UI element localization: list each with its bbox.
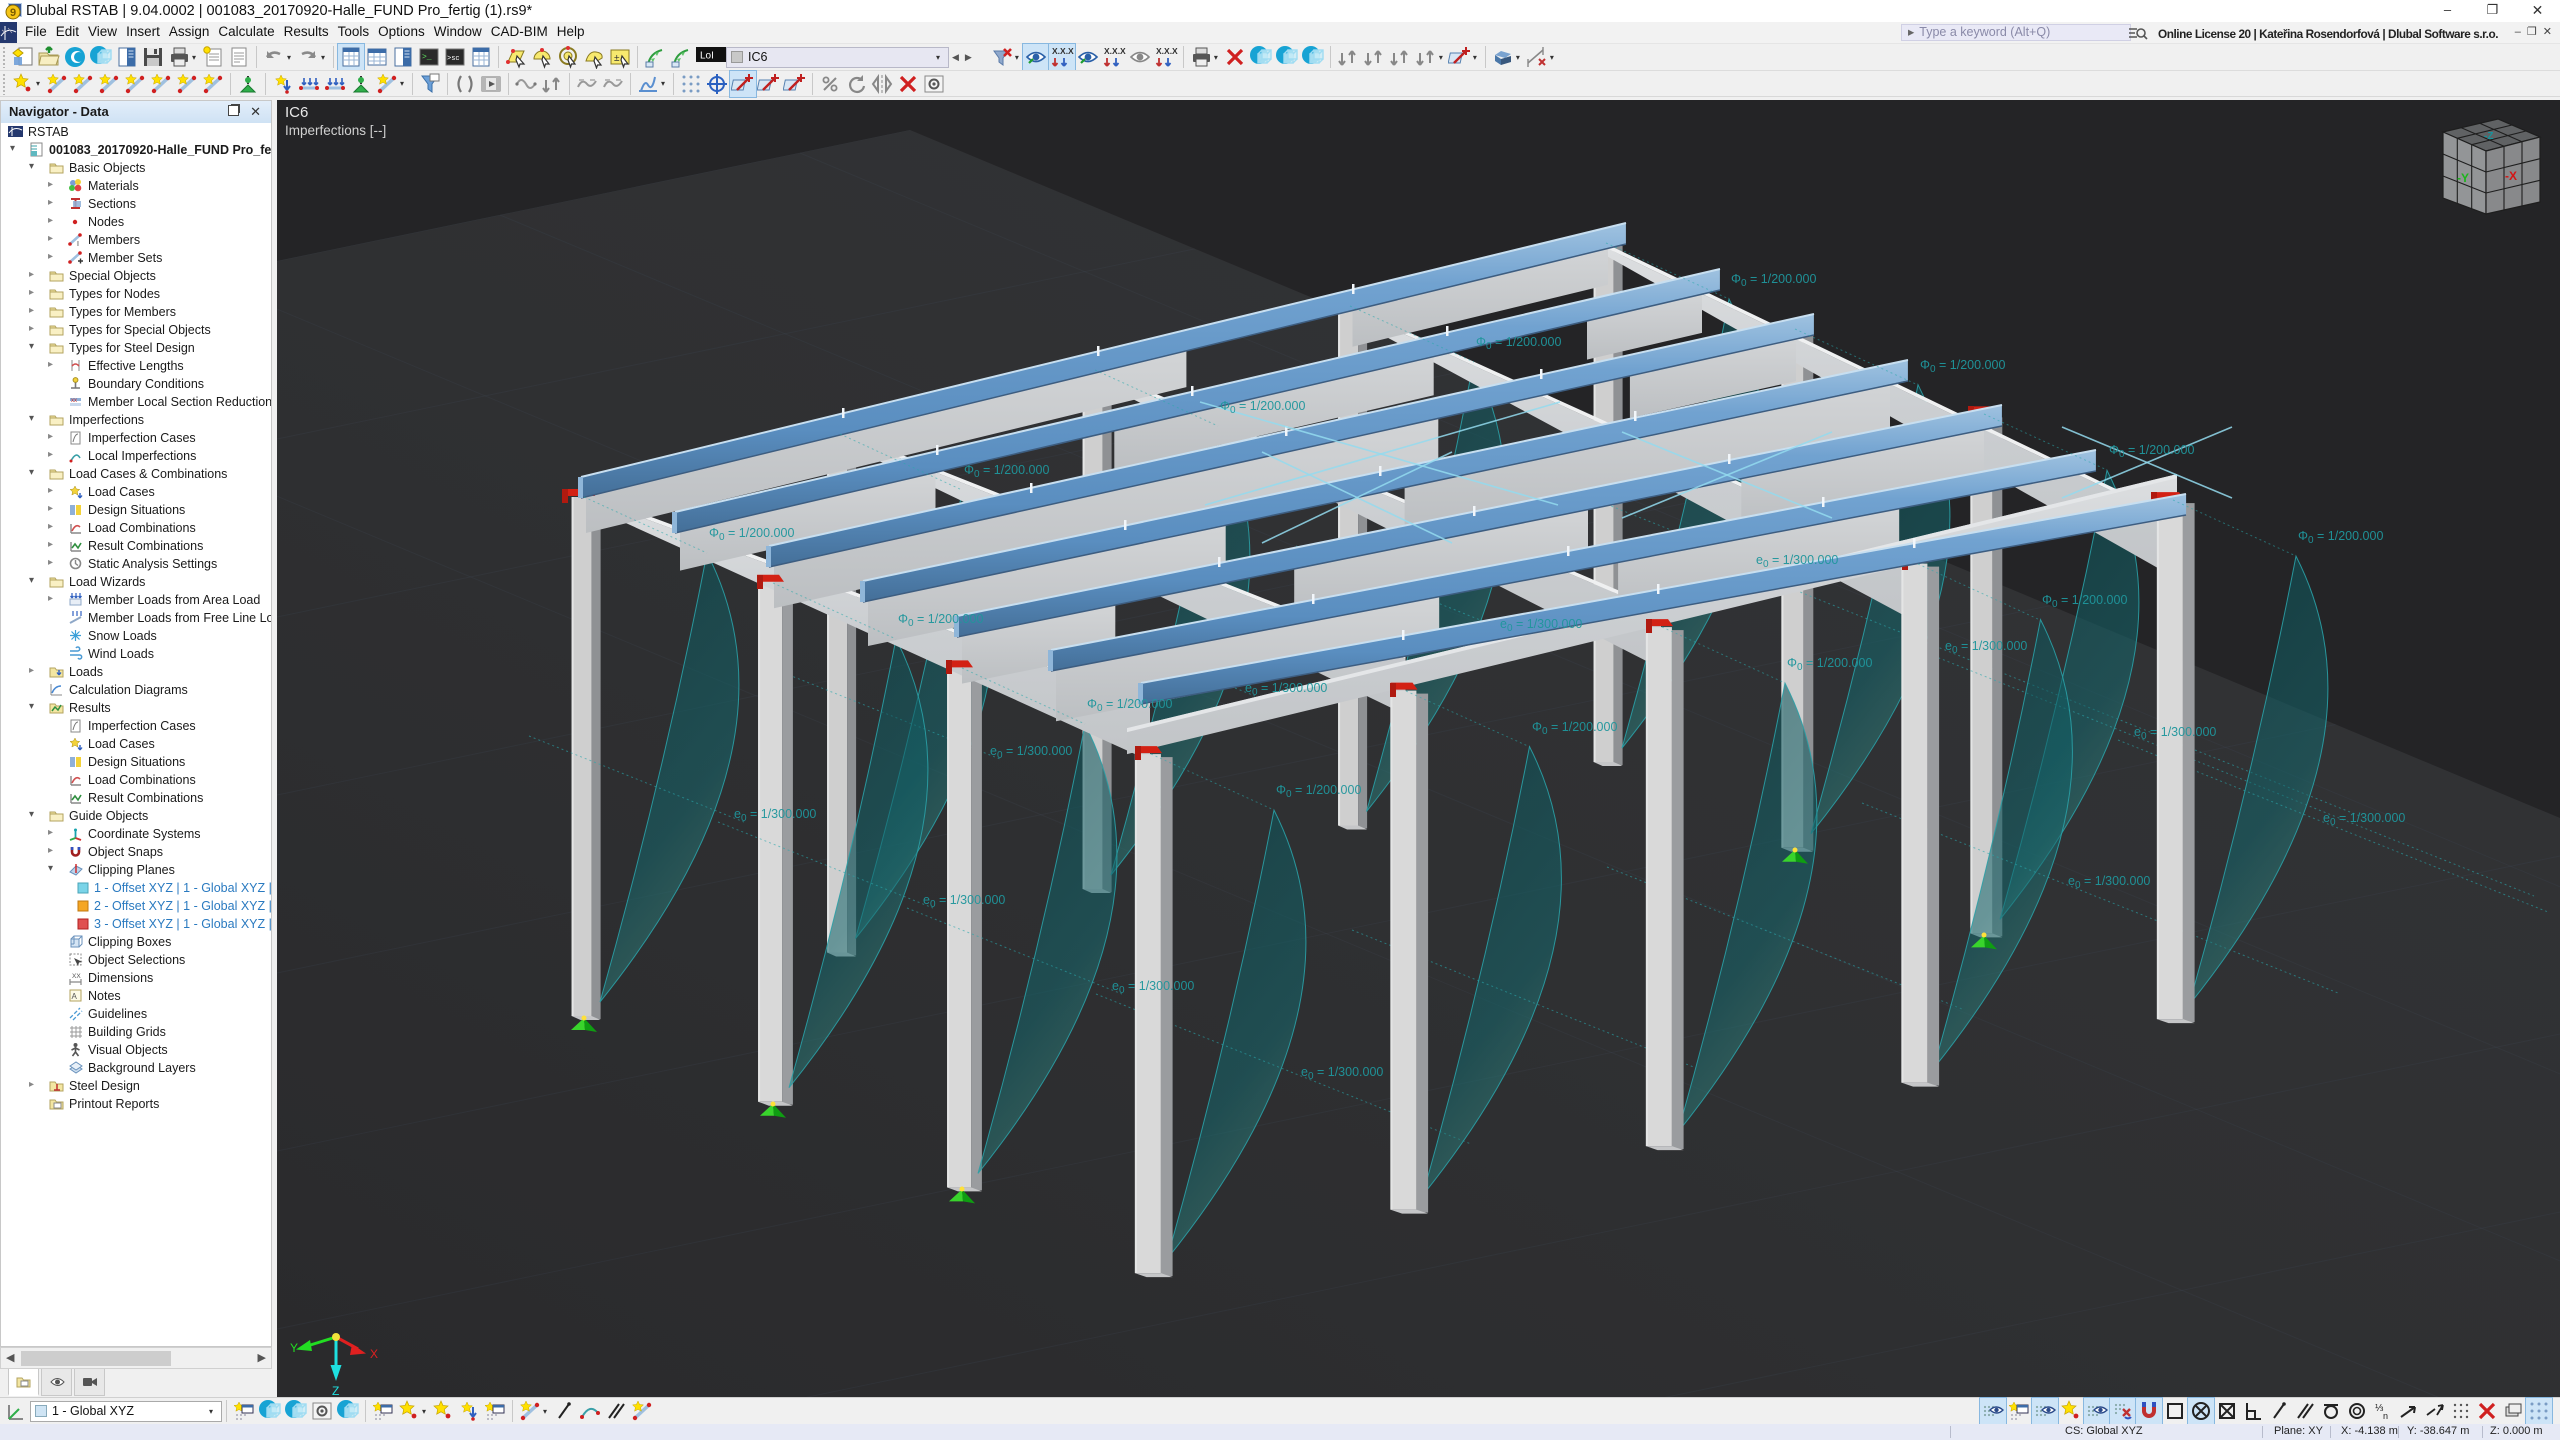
svg-text:n: n xyxy=(2383,1411,2388,1421)
svg-text:-Y: -Y xyxy=(2457,171,2469,185)
svg-text:LoI: LoI xyxy=(700,50,714,61)
svg-text:XX: XX xyxy=(72,973,81,980)
svg-text:IC6: IC6 xyxy=(285,104,308,121)
svg-text:X.X.X: X.X.X xyxy=(1156,46,1178,56)
svg-text:±: ± xyxy=(614,53,620,64)
svg-text:>sc: >sc xyxy=(447,55,460,63)
svg-text:I: I xyxy=(77,241,79,247)
svg-text:A: A xyxy=(72,992,78,1001)
svg-text:9: 9 xyxy=(10,7,16,19)
svg-text:Z: Z xyxy=(332,1384,339,1397)
svg-text:>_: >_ xyxy=(422,53,432,62)
svg-text:Imperfections [--]: Imperfections [--] xyxy=(285,123,386,138)
svg-text:Y: Y xyxy=(290,1341,298,1355)
svg-text:X: X xyxy=(370,1347,378,1361)
svg-text:-X: -X xyxy=(2505,169,2517,183)
svg-text:-Z: -Z xyxy=(2484,131,2493,142)
svg-text:X.X.X: X.X.X xyxy=(1104,46,1126,56)
svg-text:X.X.X: X.X.X xyxy=(1052,46,1074,56)
svg-text:xx: xx xyxy=(71,398,77,404)
